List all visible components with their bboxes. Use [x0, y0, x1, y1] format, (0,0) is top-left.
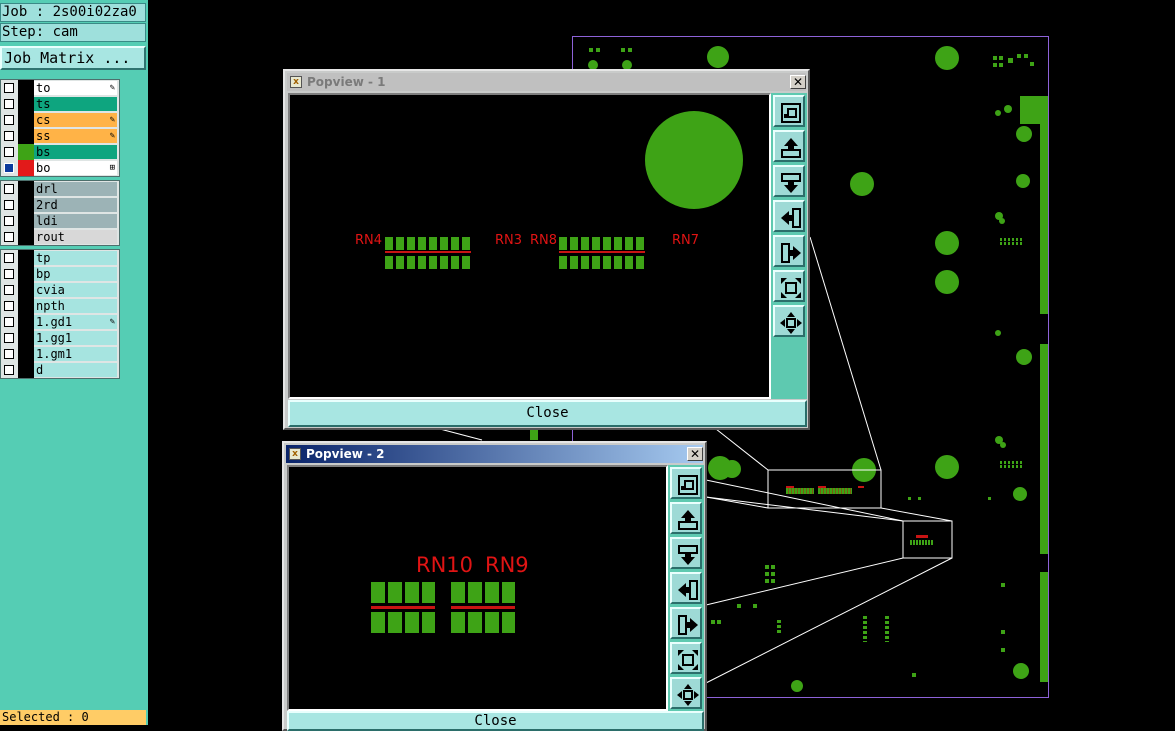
label-rn10: RN10	[416, 553, 474, 577]
pan-down-button[interactable]	[773, 165, 805, 197]
label-rn7: RN7	[672, 233, 700, 248]
popview-1-window: x Popview - 1 ✕ RN4 RN3 RN8 RN7 Close	[283, 69, 810, 430]
popview-2-close-button[interactable]: Close	[287, 711, 704, 731]
pan-down-icon	[781, 173, 801, 193]
popview-1-toolbar	[771, 93, 807, 399]
label-rn9: RN9	[485, 553, 529, 577]
zoom-in-button[interactable]	[773, 270, 805, 302]
label-rn8: RN8	[530, 233, 558, 248]
pan-left-button[interactable]	[670, 572, 702, 604]
popview-1-close-button[interactable]: Close	[288, 400, 807, 427]
popview-2-toolbar	[668, 465, 704, 711]
pan-up-button[interactable]	[773, 130, 805, 162]
zoom-in-icon	[781, 278, 801, 298]
pan-right-icon	[678, 615, 698, 635]
pan-left-icon	[678, 580, 698, 600]
window-app-icon: x	[290, 76, 302, 88]
popview-1-close-x-icon[interactable]: ✕	[790, 75, 806, 89]
popview-2-title-bar[interactable]: x Popview - 2 ✕	[286, 445, 703, 463]
zoom-in-icon	[678, 650, 698, 670]
zoom-out-icon	[677, 684, 699, 706]
pan-up-icon	[781, 138, 801, 158]
label-rn3: RN3	[495, 233, 523, 248]
zoom-out-icon	[780, 312, 802, 334]
pan-left-button[interactable]	[773, 200, 805, 232]
zoom-in-button[interactable]	[670, 642, 702, 674]
zoom-home-icon	[781, 103, 801, 123]
popview-2-close-x-icon[interactable]: ✕	[687, 447, 703, 461]
pan-down-button[interactable]	[670, 537, 702, 569]
popview-2-title: Popview - 2	[306, 447, 385, 461]
pan-left-icon	[781, 208, 801, 228]
zoom-out-button[interactable]	[773, 305, 805, 337]
popview-2-canvas[interactable]: RN10 RN9	[287, 465, 668, 711]
pan-down-icon	[678, 545, 698, 565]
zoom-home-icon	[678, 475, 698, 495]
pan-up-icon	[678, 510, 698, 530]
zoom-home-button[interactable]	[773, 95, 805, 127]
label-rn4: RN4	[355, 233, 383, 248]
pan-right-button[interactable]	[670, 607, 702, 639]
pan-up-button[interactable]	[670, 502, 702, 534]
pan-right-icon	[781, 243, 801, 263]
popview-2-window: x Popview - 2 ✕ RN10 RN9 Close	[282, 441, 707, 731]
zoom-home-button[interactable]	[670, 467, 702, 499]
window-app-icon: x	[289, 448, 301, 460]
popview-1-canvas[interactable]: RN4 RN3 RN8 RN7	[288, 93, 771, 399]
pan-right-button[interactable]	[773, 235, 805, 267]
zoom-out-button[interactable]	[670, 677, 702, 709]
popview-1-title: Popview - 1	[307, 75, 386, 89]
popview-1-title-bar[interactable]: x Popview - 1 ✕	[287, 73, 806, 91]
